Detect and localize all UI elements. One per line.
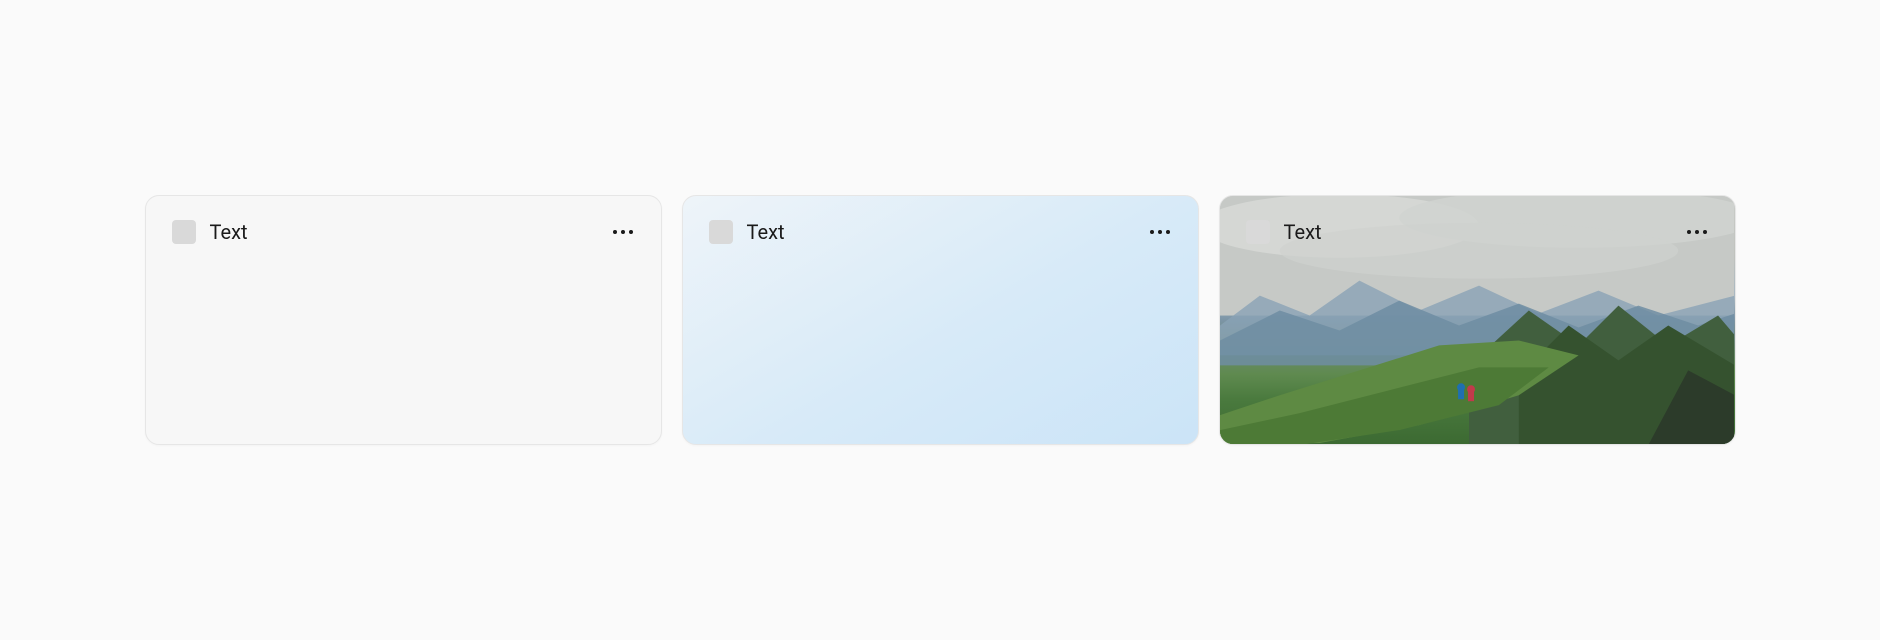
more-horizontal-icon xyxy=(1687,230,1707,234)
card-header-left: Text xyxy=(709,220,785,244)
overflow-menu-button[interactable] xyxy=(607,216,639,248)
card-image[interactable]: Text xyxy=(1219,195,1736,445)
card-header: Text xyxy=(1246,216,1713,248)
overflow-menu-button[interactable] xyxy=(1144,216,1176,248)
card-gradient[interactable]: Text xyxy=(682,195,1199,445)
placeholder-icon xyxy=(709,220,733,244)
card-header-left: Text xyxy=(172,220,248,244)
card-header: Text xyxy=(172,216,639,248)
placeholder-icon xyxy=(172,220,196,244)
card-header: Text xyxy=(709,216,1176,248)
card-title: Text xyxy=(210,220,248,244)
placeholder-icon xyxy=(1246,220,1270,244)
card-title: Text xyxy=(1284,220,1322,244)
card-plain[interactable]: Text xyxy=(145,195,662,445)
card-header-left: Text xyxy=(1246,220,1322,244)
more-horizontal-icon xyxy=(1150,230,1170,234)
card-title: Text xyxy=(747,220,785,244)
more-horizontal-icon xyxy=(613,230,633,234)
card-row: Text Text xyxy=(145,195,1736,445)
overflow-menu-button[interactable] xyxy=(1681,216,1713,248)
